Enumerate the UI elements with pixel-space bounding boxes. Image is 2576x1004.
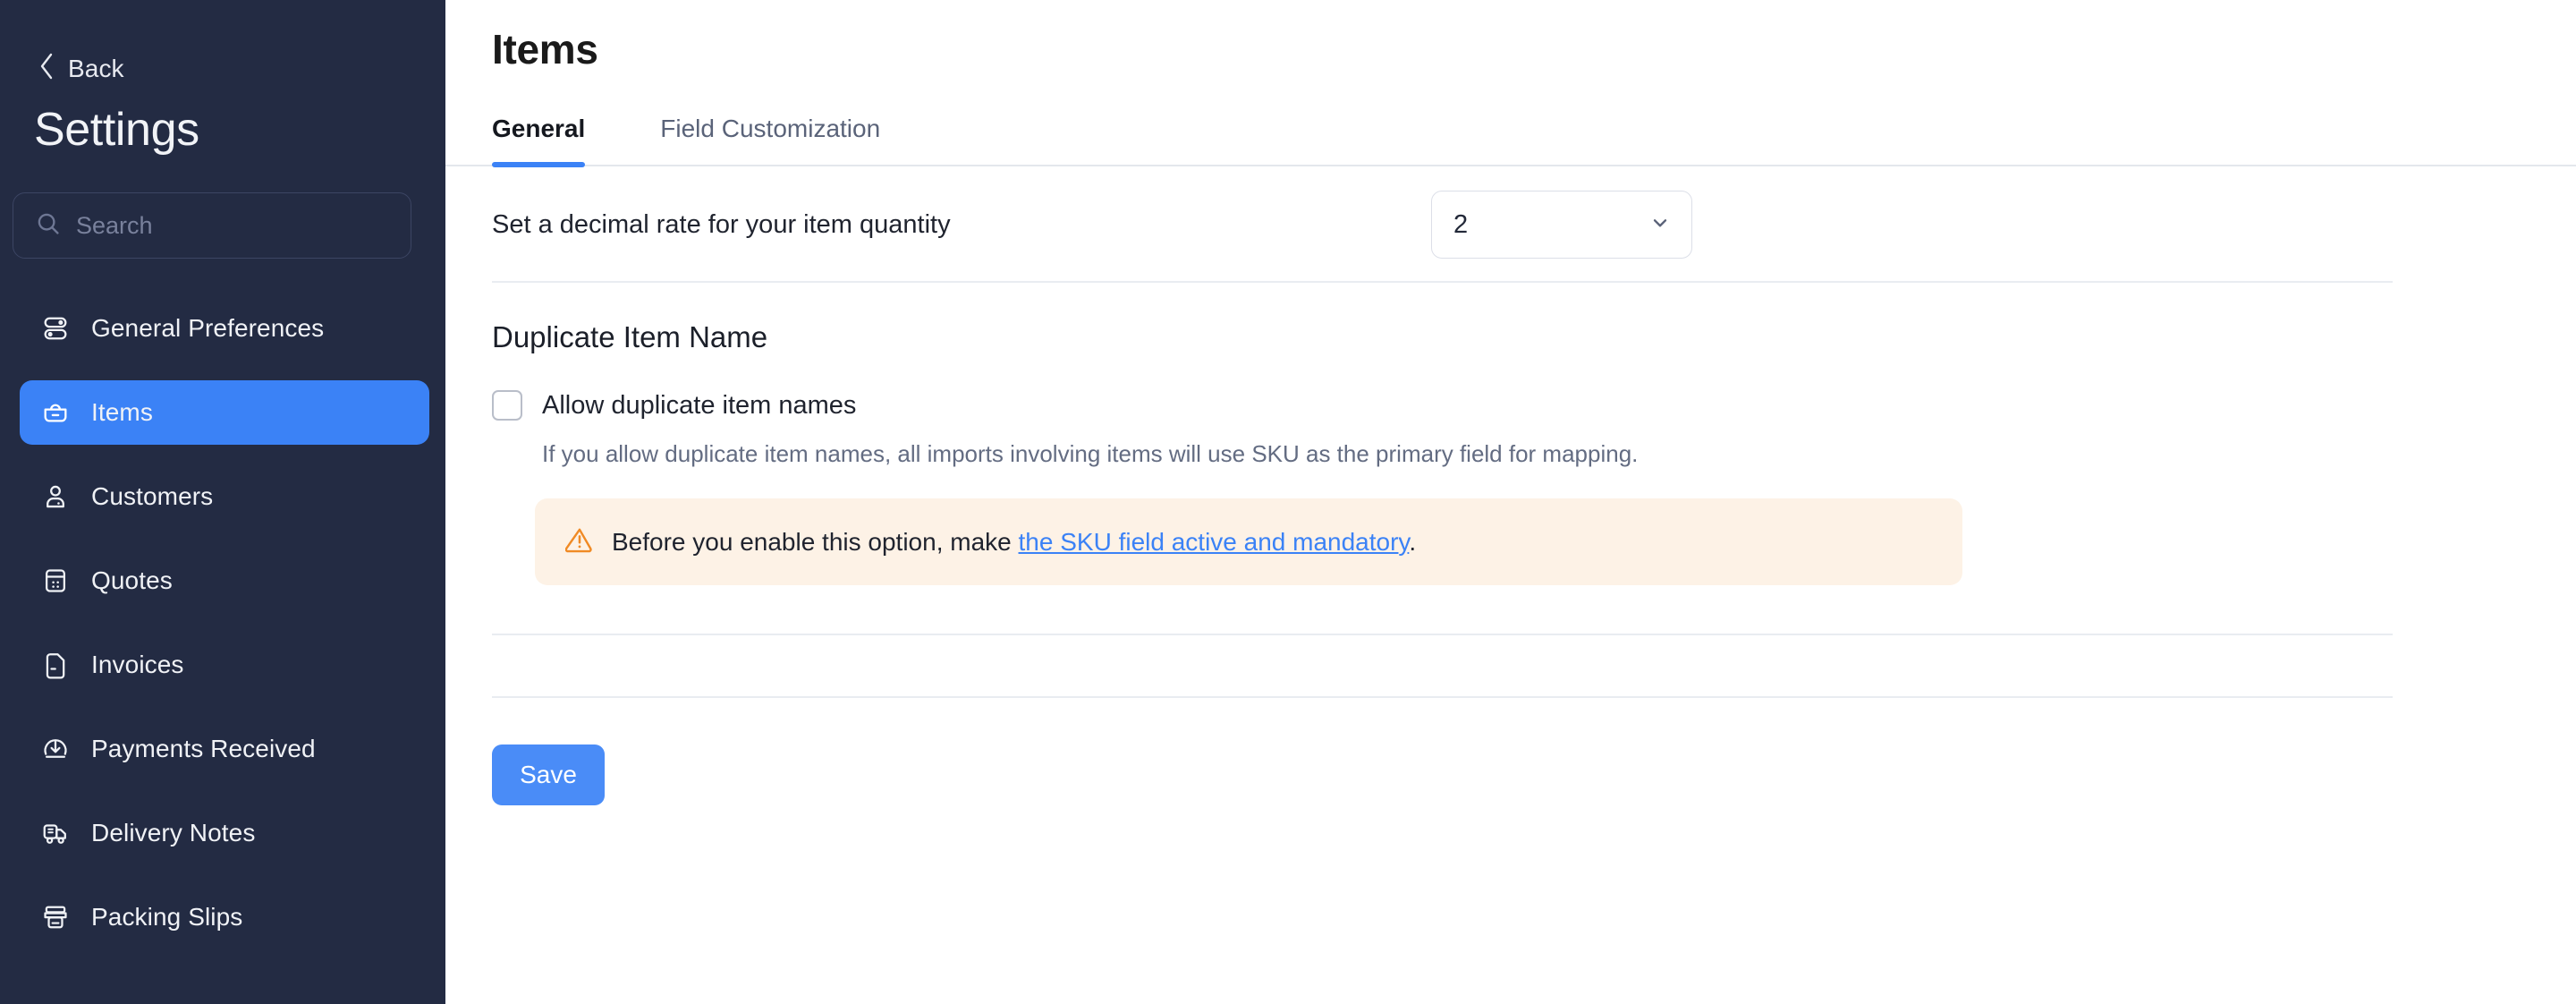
sidebar-item-label: Invoices bbox=[91, 651, 184, 679]
sidebar-item-packing-slips[interactable]: Packing Slips bbox=[20, 885, 429, 949]
user-icon bbox=[39, 481, 72, 513]
sidebar-item-label: Quotes bbox=[91, 566, 173, 595]
search-input[interactable]: Search bbox=[13, 192, 411, 259]
file-icon bbox=[39, 649, 72, 681]
sidebar-item-general-preferences[interactable]: General Preferences bbox=[20, 296, 429, 361]
warning-triangle-icon bbox=[565, 525, 594, 558]
sidebar-item-label: Payments Received bbox=[91, 735, 316, 763]
sidebar-item-label: Packing Slips bbox=[91, 903, 242, 932]
sidebar-item-invoices[interactable]: Invoices bbox=[20, 633, 429, 697]
printer-icon bbox=[39, 901, 72, 933]
warning-text: Before you enable this option, make the … bbox=[612, 528, 1416, 557]
truck-icon bbox=[39, 817, 72, 849]
page-title: Items bbox=[445, 0, 2576, 73]
quote-document-icon bbox=[39, 565, 72, 597]
tab-bar: General Field Customization bbox=[445, 115, 2576, 166]
allow-duplicate-label: Allow duplicate item names bbox=[542, 391, 856, 421]
allow-duplicate-checkbox-row[interactable]: Allow duplicate item names bbox=[492, 390, 856, 421]
sidebar-item-items[interactable]: Items bbox=[20, 380, 429, 445]
decimal-rate-select[interactable]: 2 bbox=[1431, 191, 1692, 259]
duplicate-helper-text: If you allow duplicate item names, all i… bbox=[542, 440, 2576, 468]
download-circle-icon bbox=[39, 733, 72, 765]
sidebar-item-label: Items bbox=[91, 398, 153, 427]
chevron-down-icon bbox=[1648, 211, 1672, 239]
back-button[interactable]: Back bbox=[0, 0, 124, 85]
section-divider-middle bbox=[492, 634, 2393, 635]
decimal-rate-row: Set a decimal rate for your item quantit… bbox=[492, 166, 2576, 274]
sidebar-item-label: Customers bbox=[91, 482, 213, 511]
decimal-rate-label: Set a decimal rate for your item quantit… bbox=[492, 210, 1431, 240]
sidebar-item-payments-received[interactable]: Payments Received bbox=[20, 717, 429, 781]
settings-sidebar: Back Settings Search bbox=[0, 0, 445, 1004]
settings-form: Set a decimal rate for your item quantit… bbox=[445, 166, 2576, 805]
sku-field-link[interactable]: the SKU field active and mandatory bbox=[1019, 528, 1410, 556]
decimal-rate-value: 2 bbox=[1453, 210, 1468, 240]
sidebar-nav: General Preferences Items bbox=[0, 296, 445, 949]
search-icon bbox=[35, 210, 62, 242]
app-root: Back Settings Search bbox=[0, 0, 2576, 1004]
tab-general[interactable]: General bbox=[492, 115, 585, 165]
main-content: Items General Field Customization Set a … bbox=[445, 0, 2576, 1004]
sidebar-item-label: General Preferences bbox=[91, 314, 324, 343]
warning-suffix: . bbox=[1409, 528, 1416, 556]
sidebar-item-label: Delivery Notes bbox=[91, 819, 255, 847]
warning-prefix: Before you enable this option, make bbox=[612, 528, 1019, 556]
sliders-icon bbox=[39, 312, 72, 345]
tab-field-customization[interactable]: Field Customization bbox=[660, 115, 880, 165]
duplicate-section-title: Duplicate Item Name bbox=[492, 283, 2576, 354]
sidebar-item-quotes[interactable]: Quotes bbox=[20, 549, 429, 613]
sidebar-item-delivery-notes[interactable]: Delivery Notes bbox=[20, 801, 429, 865]
sidebar-title: Settings bbox=[0, 85, 445, 157]
allow-duplicate-checkbox[interactable] bbox=[492, 390, 522, 421]
back-label: Back bbox=[68, 55, 124, 83]
chevron-left-icon bbox=[38, 52, 55, 85]
section-divider-bottom bbox=[492, 696, 2393, 698]
sidebar-item-customers[interactable]: Customers bbox=[20, 464, 429, 529]
sku-warning-banner: Before you enable this option, make the … bbox=[535, 498, 1962, 585]
bag-icon bbox=[39, 396, 72, 429]
search-placeholder: Search bbox=[76, 212, 153, 240]
save-button[interactable]: Save bbox=[492, 744, 605, 805]
